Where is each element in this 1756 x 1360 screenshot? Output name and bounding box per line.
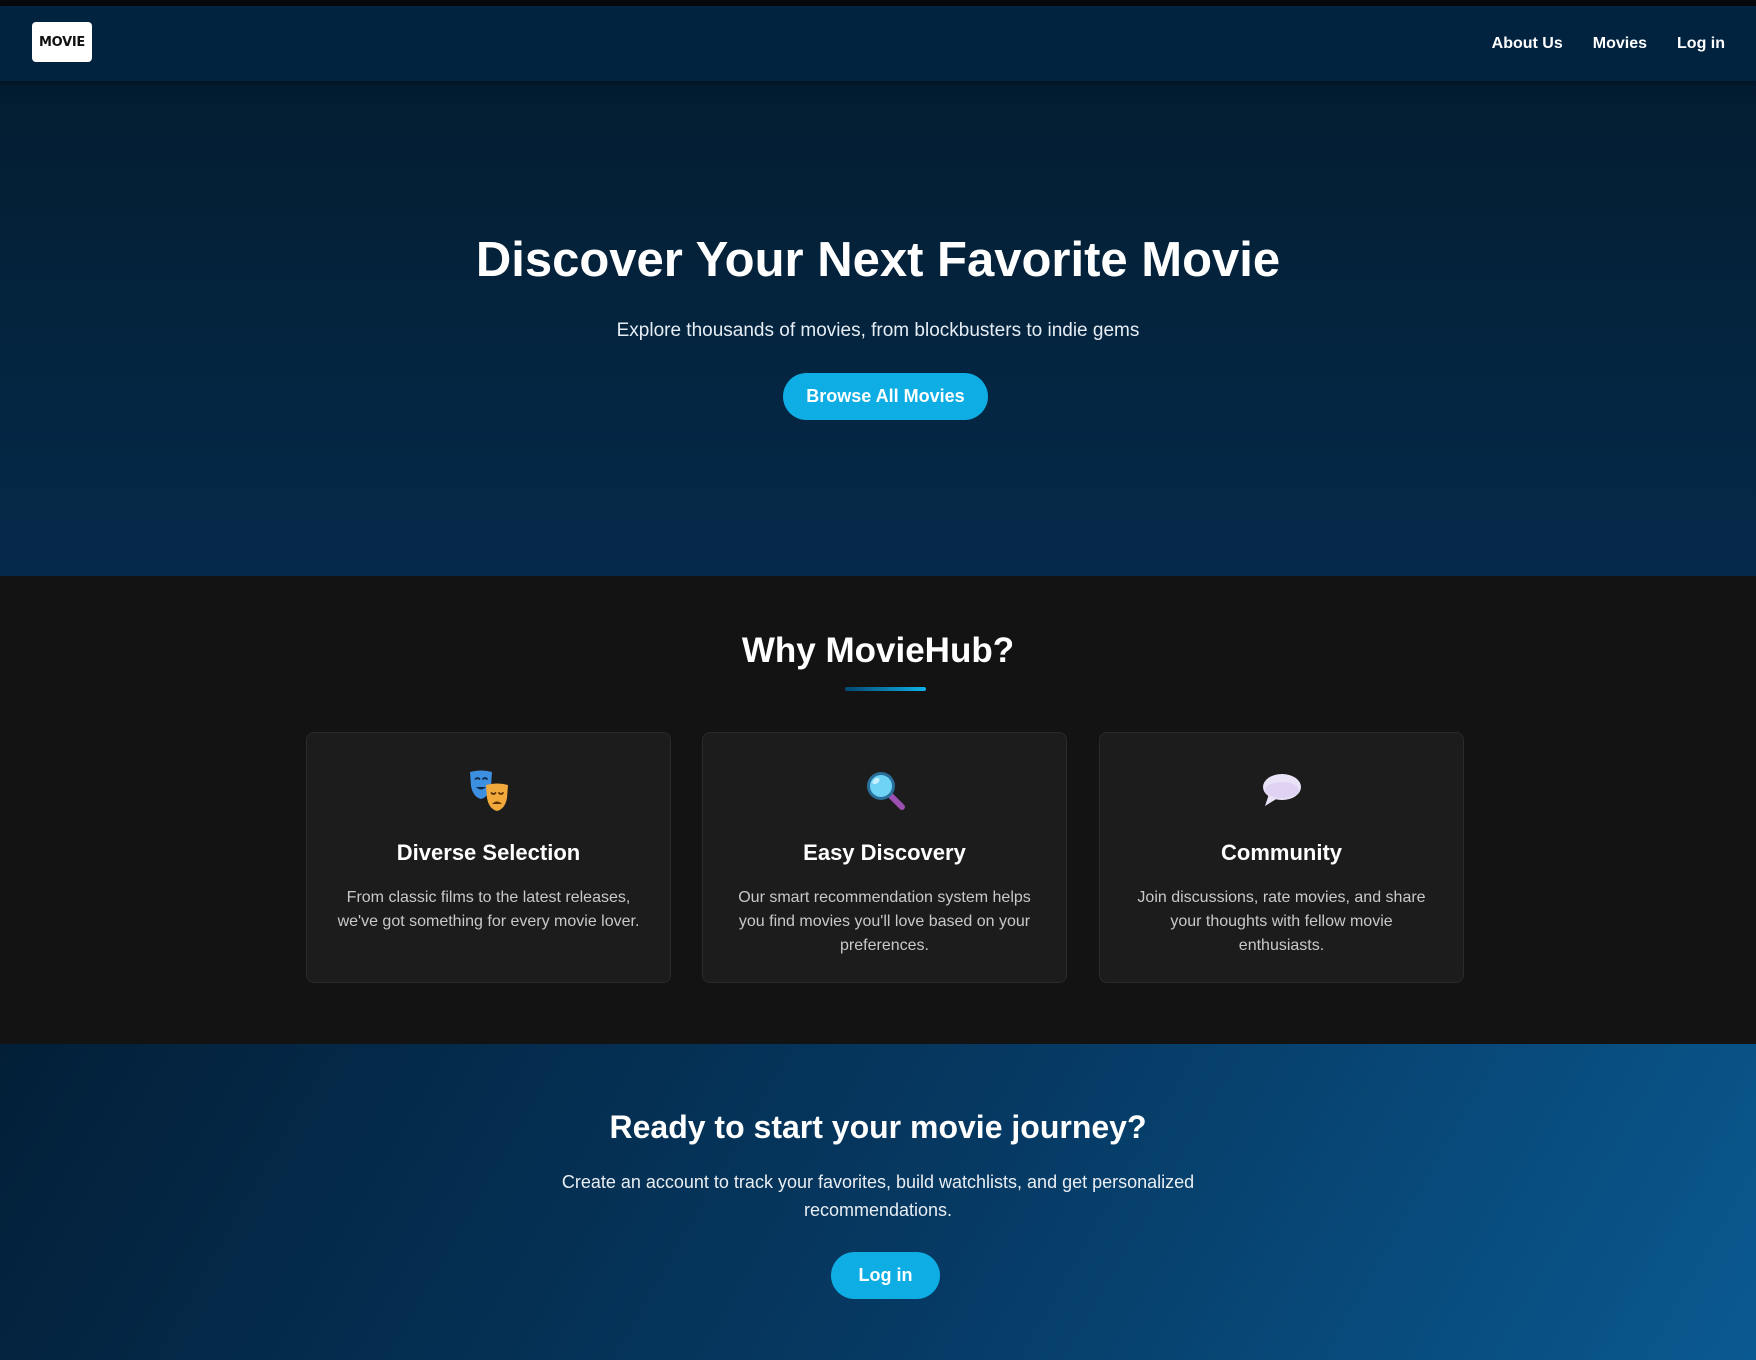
card-title: Community <box>1221 840 1342 865</box>
cta-text: Create an account to track your favorite… <box>561 1172 1195 1220</box>
cta-section: Ready to start your movie journey? Creat… <box>0 1044 1756 1360</box>
nav-link-about-us[interactable]: About Us <box>1492 35 1563 53</box>
nav-link-log-in[interactable]: Log in <box>1677 35 1725 53</box>
theater-masks-icon <box>307 767 670 813</box>
feature-card-community: Community Join discussions, rate movies,… <box>1099 732 1464 983</box>
feature-card-diverse-selection: Diverse Selection From classic films to … <box>306 732 671 983</box>
card-title: Diverse Selection <box>396 840 581 865</box>
card-text: From classic films to the latest release… <box>337 889 640 930</box>
features-section: Why MovieHub? Diverse Selection From cla… <box>0 576 1756 1044</box>
browse-all-movies-button[interactable]: Browse All Movies <box>783 373 988 420</box>
hero-title: Discover Your Next Favorite Movie <box>475 233 1281 287</box>
logo[interactable]: MOVIE <box>32 22 92 62</box>
card-text: Our smart recommendation system helps yo… <box>738 889 1031 954</box>
nav-link-movies[interactable]: Movies <box>1593 35 1647 53</box>
title-underline <box>845 687 926 691</box>
hero-section: Discover Your Next Favorite Movie Explor… <box>0 81 1756 576</box>
logo-text: MOVIE <box>39 34 85 50</box>
features-title: Why MovieHub? <box>741 631 1015 670</box>
feature-card-easy-discovery: Easy Discovery Our smart recommendation … <box>702 732 1067 983</box>
hero-subtitle: Explore thousands of movies, from blockb… <box>616 320 1140 341</box>
speech-bubble-icon <box>1100 767 1463 813</box>
magnifying-glass-icon <box>703 767 1066 813</box>
cta-title: Ready to start your movie journey? <box>609 1109 1147 1145</box>
nav-links: About Us Movies Log in <box>1492 6 1725 81</box>
card-text: Join discussions, rate movies, and share… <box>1137 889 1426 954</box>
navbar: MOVIE About Us Movies Log in <box>0 6 1756 81</box>
log-in-button[interactable]: Log in <box>831 1252 940 1299</box>
card-title: Easy Discovery <box>803 840 966 865</box>
